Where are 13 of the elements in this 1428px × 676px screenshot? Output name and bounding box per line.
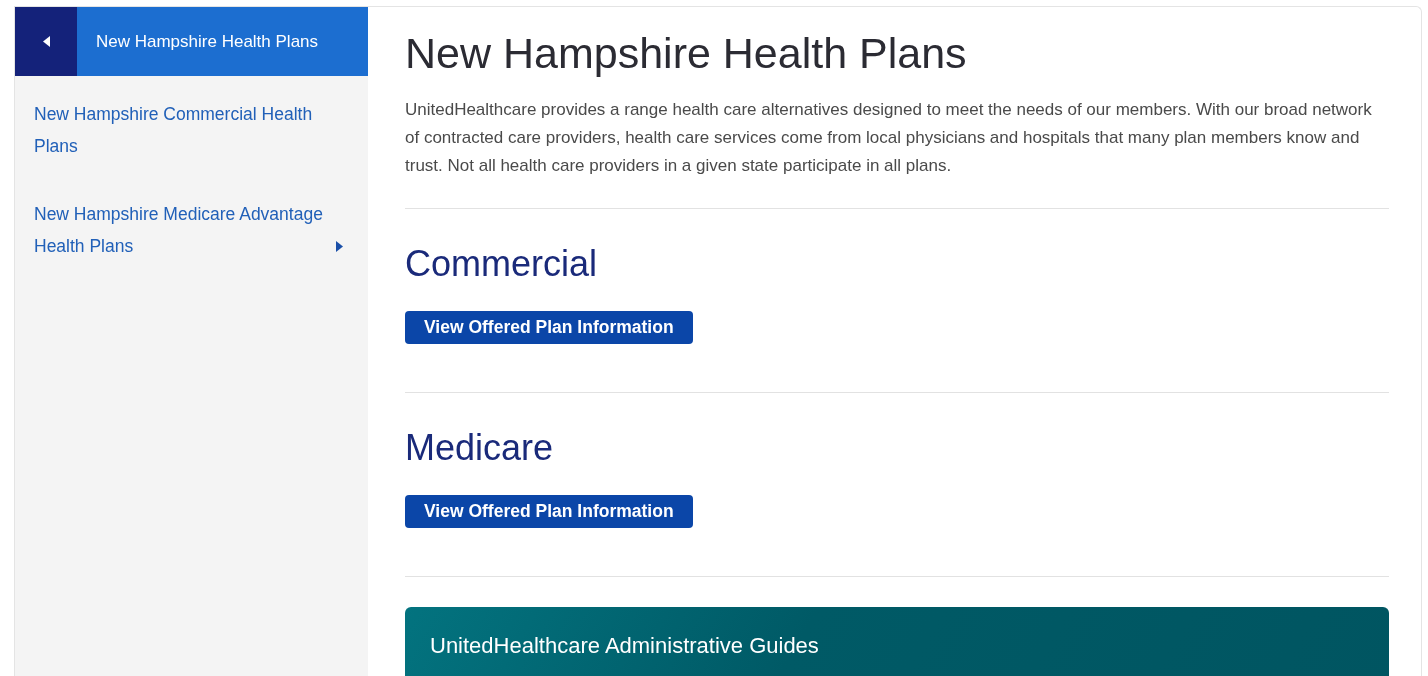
caret-right-icon (336, 241, 343, 252)
banner-title: UnitedHealthcare Administrative Guides (430, 633, 820, 659)
section-heading: Commercial (405, 243, 599, 285)
caret-left-icon (42, 36, 50, 47)
view-plan-button[interactable]: View Offered Plan Information (405, 311, 693, 344)
sidebar-link[interactable]: New Hampshire Commercial Health Plans (34, 98, 343, 176)
page-title: New Hampshire Health Plans (405, 29, 968, 78)
intro-paragraph: UnitedHealthcare provides a range health care alternatives designed to meet the needs of our members. With our broad network of contracted care providers, health care services come from local physicians and hospitals that many plan members know and trust. Not all health care providers in a given state participate in all plans. (405, 99, 1373, 177)
sidebar-link[interactable]: New Hampshire Medicare Advantage Health Plans (34, 198, 343, 276)
section-heading: Medicare (405, 427, 555, 469)
view-plan-button[interactable]: View Offered Plan Information (405, 495, 693, 528)
back-button[interactable] (15, 7, 77, 76)
sidebar-title[interactable]: New Hampshire Health Plans (96, 31, 319, 52)
